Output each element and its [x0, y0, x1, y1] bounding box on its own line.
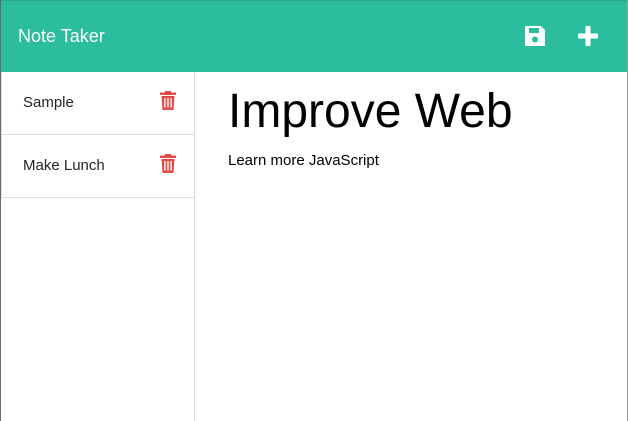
note-title[interactable]: Sample: [23, 94, 74, 112]
app-window: Note Taker Sample Make Lunch Improve Web…: [0, 0, 628, 421]
notes-sidebar: Sample Make Lunch: [1, 72, 195, 421]
note-editor: Improve Web Learn more JavaScript: [195, 72, 627, 421]
note-textarea[interactable]: Learn more JavaScript: [228, 152, 379, 170]
note-title[interactable]: Make Lunch: [23, 157, 105, 175]
note-list-item[interactable]: Sample: [1, 72, 194, 135]
trash-icon[interactable]: [160, 91, 176, 110]
note-list: Sample Make Lunch: [1, 72, 194, 198]
save-icon[interactable]: [522, 23, 548, 49]
plus-icon[interactable]: [575, 23, 601, 49]
note-list-item[interactable]: Make Lunch: [1, 135, 194, 198]
note-title-input[interactable]: Improve Web: [228, 84, 513, 140]
trash-icon[interactable]: [160, 154, 176, 173]
app-title[interactable]: Note Taker: [18, 24, 105, 48]
navbar: Note Taker: [1, 0, 627, 72]
